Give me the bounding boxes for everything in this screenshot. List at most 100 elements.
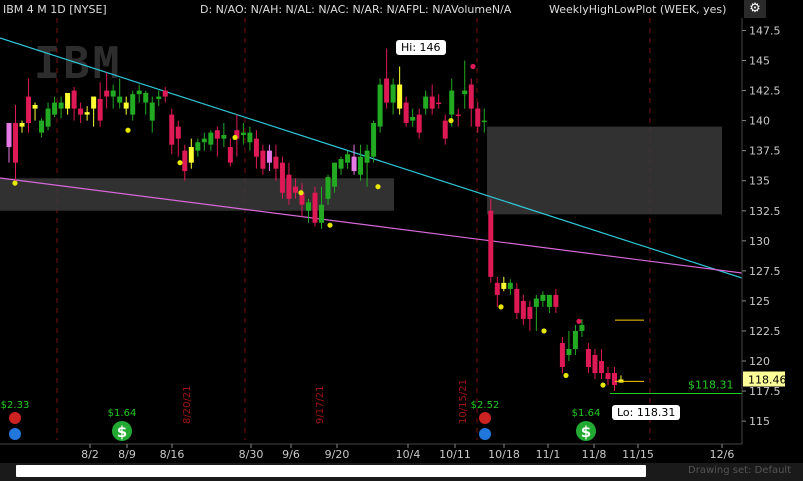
x-tick-label: 10/4 bbox=[396, 448, 421, 461]
candle-body bbox=[104, 90, 110, 97]
candle bbox=[403, 96, 409, 127]
y-tick-label: 127.5 bbox=[749, 265, 781, 278]
x-tick-label: 9/6 bbox=[282, 448, 300, 461]
candle bbox=[501, 276, 507, 292]
candle bbox=[162, 86, 168, 103]
candle bbox=[338, 156, 344, 175]
y-tick-label: 122.5 bbox=[749, 325, 781, 338]
candle-body bbox=[605, 373, 611, 380]
candle bbox=[488, 198, 494, 283]
candle-body bbox=[19, 123, 25, 127]
period-date-label: 8/20/21 bbox=[182, 385, 193, 424]
candle bbox=[468, 78, 474, 127]
earnings-alarm-icon bbox=[479, 412, 491, 424]
time-scroll-bar[interactable]: Drawing set: Default bbox=[0, 463, 803, 481]
weekly-low-dot bbox=[327, 222, 333, 228]
candle bbox=[182, 144, 188, 181]
candle bbox=[45, 102, 51, 131]
candle-body bbox=[292, 186, 298, 193]
candle bbox=[527, 300, 533, 331]
study-name[interactable]: WeeklyHighLowPlot (WEEK, yes) bbox=[549, 3, 726, 16]
weekly-low-dot bbox=[498, 304, 504, 310]
candle bbox=[52, 96, 58, 117]
x-tick-label: 8/16 bbox=[160, 448, 185, 461]
candle bbox=[351, 144, 357, 175]
candle bbox=[214, 126, 220, 157]
candle bbox=[585, 342, 591, 374]
y-tick-label: 130 bbox=[749, 235, 770, 248]
candle bbox=[136, 84, 142, 103]
y-tick-label: 125 bbox=[749, 295, 770, 308]
price-chart[interactable]: IBM 115117.5120122.5125127.5130132.51351… bbox=[0, 0, 803, 463]
candle-body bbox=[123, 102, 129, 109]
y-tick-label: 117.5 bbox=[749, 385, 781, 398]
candle-body bbox=[371, 123, 377, 157]
candle-body bbox=[143, 92, 149, 103]
candle-body bbox=[305, 202, 311, 211]
x-tick-label: 10/18 bbox=[488, 448, 520, 461]
candle-body bbox=[13, 123, 19, 163]
y-tick-label: 145 bbox=[749, 55, 770, 68]
candle bbox=[559, 336, 565, 374]
candle bbox=[221, 123, 227, 148]
candle-body bbox=[397, 84, 403, 109]
candle-body bbox=[175, 126, 181, 139]
candle bbox=[598, 348, 604, 380]
weekly-low-dot bbox=[375, 184, 381, 190]
candle bbox=[462, 60, 468, 109]
candle bbox=[188, 138, 194, 169]
weekly-low-dot bbox=[232, 134, 238, 141]
candle bbox=[546, 294, 552, 313]
candle-body bbox=[514, 288, 520, 313]
x-tick-label: 11/8 bbox=[582, 448, 607, 461]
candle-body bbox=[423, 96, 429, 109]
earnings-alarm-icon bbox=[9, 412, 21, 424]
y-tick-label: 132.5 bbox=[749, 205, 781, 218]
candle-body bbox=[566, 348, 572, 355]
candle bbox=[592, 348, 598, 380]
candle bbox=[279, 156, 285, 199]
candle-body bbox=[221, 135, 227, 139]
candle-body bbox=[384, 78, 390, 103]
candle bbox=[149, 96, 155, 133]
candle-body bbox=[345, 154, 351, 163]
candle-body bbox=[494, 282, 500, 295]
candle bbox=[130, 90, 136, 121]
y-tick-label: 115 bbox=[749, 415, 770, 428]
candle-body bbox=[410, 116, 416, 121]
weekly-high-dot bbox=[576, 318, 582, 324]
candle-body bbox=[240, 132, 246, 136]
candle-body bbox=[611, 373, 617, 386]
candle bbox=[494, 276, 500, 307]
x-tick-label: 12/6 bbox=[710, 448, 735, 461]
scroll-thumb[interactable] bbox=[16, 465, 646, 477]
weekly-low-dot bbox=[125, 127, 131, 133]
candle bbox=[442, 114, 448, 145]
chart-settings-gear-icon[interactable]: ⚙ bbox=[744, 0, 766, 18]
candle bbox=[227, 138, 233, 167]
dividend-dollar-glyph: $ bbox=[581, 423, 591, 441]
candle-body bbox=[286, 174, 292, 199]
chart-header: IBM 4 M 1D [NYSE] D: N/AO: N/AH: N/AL: N… bbox=[0, 0, 803, 18]
candle bbox=[410, 108, 416, 127]
candle bbox=[208, 130, 214, 151]
y-tick-label: 142.5 bbox=[749, 85, 781, 98]
candle-body bbox=[266, 150, 272, 163]
symbol-title[interactable]: IBM 4 M 1D [NYSE] bbox=[3, 3, 107, 16]
candle-body bbox=[45, 108, 51, 127]
candle-body bbox=[162, 90, 168, 97]
weekly-low-dot bbox=[541, 328, 547, 334]
y-tick-label: 147.5 bbox=[749, 24, 781, 37]
candle-body bbox=[488, 210, 494, 277]
candle-body bbox=[39, 120, 45, 133]
candle-body bbox=[553, 294, 559, 307]
candle-body bbox=[247, 132, 253, 143]
candle bbox=[358, 144, 364, 181]
earnings-eps-label: $2.33 bbox=[1, 400, 30, 411]
high-callout: Hi: 146 bbox=[396, 40, 446, 55]
candle-body bbox=[449, 90, 455, 115]
candle-body bbox=[65, 92, 71, 109]
weekly-low-dot bbox=[448, 118, 454, 124]
x-tick-label: 8/2 bbox=[81, 448, 99, 461]
candle bbox=[84, 106, 90, 121]
